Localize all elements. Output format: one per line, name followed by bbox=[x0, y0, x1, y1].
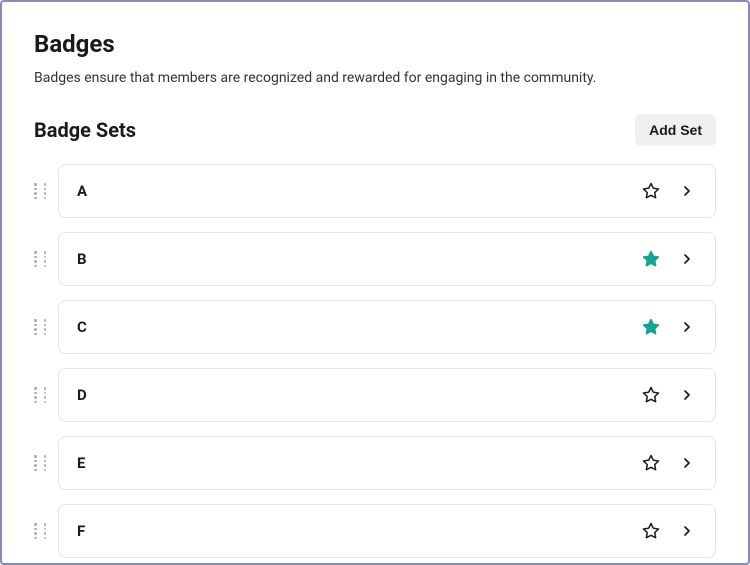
card-actions bbox=[641, 249, 697, 269]
badge-sets-list: A B C D E F bbox=[34, 164, 716, 558]
badge-set-card[interactable]: C bbox=[58, 300, 716, 354]
badge-set-label: A bbox=[77, 182, 87, 200]
drag-handle-icon[interactable] bbox=[34, 250, 46, 268]
card-actions bbox=[641, 385, 697, 405]
add-set-button[interactable]: Add Set bbox=[635, 114, 716, 146]
badge-set-label: D bbox=[77, 386, 87, 404]
chevron-right-icon[interactable] bbox=[677, 385, 697, 405]
card-actions bbox=[641, 181, 697, 201]
badge-set-card[interactable]: A bbox=[58, 164, 716, 218]
star-filled-icon[interactable] bbox=[641, 249, 661, 269]
badge-set-label: B bbox=[77, 250, 87, 268]
star-outline-icon[interactable] bbox=[641, 453, 661, 473]
page-title: Badges bbox=[34, 30, 716, 58]
badge-sets-title: Badge Sets bbox=[34, 118, 136, 142]
card-actions bbox=[641, 317, 697, 337]
badge-set-row: F bbox=[34, 504, 716, 558]
chevron-right-icon[interactable] bbox=[677, 317, 697, 337]
card-actions bbox=[641, 521, 697, 541]
badge-sets-header: Badge Sets Add Set bbox=[34, 114, 716, 146]
badge-set-label: C bbox=[77, 318, 87, 336]
badge-set-card[interactable]: B bbox=[58, 232, 716, 286]
drag-handle-icon[interactable] bbox=[34, 454, 46, 472]
badge-set-row: C bbox=[34, 300, 716, 354]
drag-handle-icon[interactable] bbox=[34, 522, 46, 540]
badge-set-row: B bbox=[34, 232, 716, 286]
badge-set-row: D bbox=[34, 368, 716, 422]
drag-handle-icon[interactable] bbox=[34, 318, 46, 336]
badge-set-card[interactable]: F bbox=[58, 504, 716, 558]
badge-set-card[interactable]: D bbox=[58, 368, 716, 422]
star-filled-icon[interactable] bbox=[641, 317, 661, 337]
badge-set-card[interactable]: E bbox=[58, 436, 716, 490]
drag-handle-icon[interactable] bbox=[34, 386, 46, 404]
card-actions bbox=[641, 453, 697, 473]
chevron-right-icon[interactable] bbox=[677, 453, 697, 473]
badge-set-row: E bbox=[34, 436, 716, 490]
chevron-right-icon[interactable] bbox=[677, 521, 697, 541]
badge-set-row: A bbox=[34, 164, 716, 218]
badge-set-label: F bbox=[77, 522, 85, 540]
star-outline-icon[interactable] bbox=[641, 521, 661, 541]
chevron-right-icon[interactable] bbox=[677, 249, 697, 269]
drag-handle-icon[interactable] bbox=[34, 182, 46, 200]
badge-set-label: E bbox=[77, 454, 85, 472]
star-outline-icon[interactable] bbox=[641, 181, 661, 201]
chevron-right-icon[interactable] bbox=[677, 181, 697, 201]
star-outline-icon[interactable] bbox=[641, 385, 661, 405]
page-description: Badges ensure that members are recognize… bbox=[34, 70, 716, 86]
